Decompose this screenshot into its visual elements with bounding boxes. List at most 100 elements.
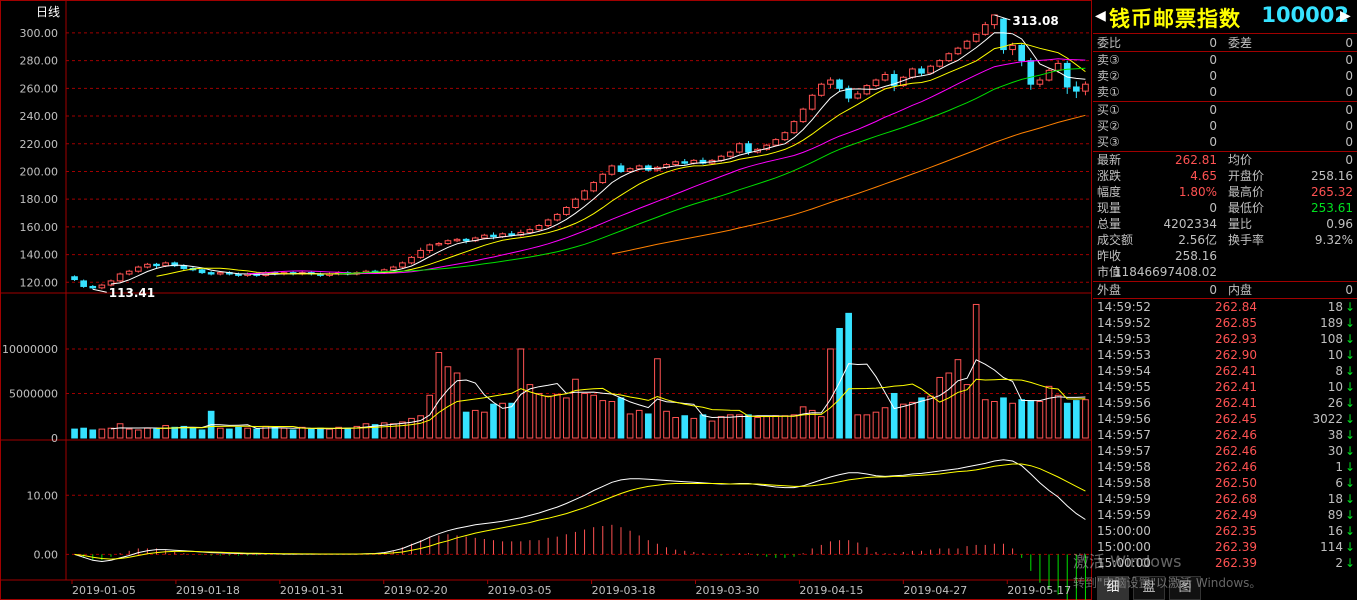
volume-bar (563, 397, 570, 439)
volume-bar (790, 414, 798, 439)
quote-row: 成交额 2.56亿 换手率 9.32% (1093, 232, 1357, 248)
inner-value: 0 (1345, 283, 1353, 297)
candle-body (553, 213, 561, 221)
tick-time: 14:59:58 (1097, 460, 1151, 474)
volume-bar (216, 427, 224, 439)
volume-bar (298, 426, 306, 439)
kline-chart-area[interactable]: 日线 300.00 280.00 260.00 240.00 220.00 200.00 18… (0, 0, 1092, 600)
quote-value: 11846697408.02 (1113, 265, 1217, 279)
date-tick-label: 2019-01-05 (72, 584, 136, 597)
sell-level-row[interactable]: 卖① 0 0 (1093, 84, 1357, 100)
buy-level-row[interactable]: 买① 0 0 (1093, 102, 1357, 118)
volume-bar (736, 414, 743, 439)
kline-chart[interactable]: 日线 300.00 280.00 260.00 240.00 220.00 200.00 18… (0, 0, 1092, 600)
down-arrow-icon: ↓ (1344, 300, 1355, 314)
tick-price: 262.49 (1215, 508, 1257, 522)
buy-level-row[interactable]: 买③ 0 0 (1093, 134, 1357, 150)
down-arrow-icon: ↓ (1344, 444, 1355, 458)
buy-level-row[interactable]: 买② 0 0 (1093, 118, 1357, 134)
candle-body (526, 229, 534, 233)
prev-arrow-icon[interactable]: ◀ (1095, 8, 1106, 24)
candle-body (1036, 79, 1044, 85)
volume-bar (1082, 399, 1089, 439)
quote-label-2: 开盘价 (1228, 169, 1265, 183)
volume-bar (909, 401, 916, 439)
tick-volume: 30 (1327, 444, 1343, 458)
candle-body (626, 168, 634, 172)
tick-row: 14:59:53 262.90 10 ↓ (1093, 347, 1357, 363)
quote-panel: ◀ 钱币邮票指数 100002 ▶ 委比 0 委差 0 卖③ 0 0 卖② 0 0 卖① 0 0 买① 0 0… (1093, 0, 1357, 600)
candle-body (535, 225, 543, 231)
activation-watermark-hint: 转到"电脑设置"以激活 Windows。 (1073, 576, 1262, 590)
tick-price: 262.46 (1215, 460, 1257, 474)
order-diff-label: 委差 (1228, 36, 1253, 50)
volume-bar (462, 411, 470, 439)
sell-volume: 0 (1345, 85, 1353, 99)
price-tick-label: 180.00 (20, 193, 59, 206)
ma5-line (110, 32, 1086, 285)
candle-body (453, 238, 461, 242)
candle-body (927, 65, 934, 74)
volume-bar (754, 417, 761, 439)
candle-body (389, 266, 397, 271)
buy-level-label: 买② (1097, 119, 1120, 133)
buy-volume: 0 (1345, 103, 1353, 117)
tick-time: 14:59:57 (1097, 428, 1151, 442)
tick-volume: 10 (1327, 380, 1343, 394)
buy-volume: 0 (1345, 135, 1353, 149)
volume-bar (271, 426, 279, 439)
volume-bar (599, 400, 607, 439)
quote-label-2: 量比 (1228, 217, 1253, 231)
quote-label: 现量 (1097, 201, 1122, 215)
volume-bar (1027, 400, 1035, 439)
sell-level-label: 卖① (1097, 85, 1120, 99)
index-code: 100002 (1261, 3, 1349, 27)
tick-row: 15:00:00 262.35 16 ↓ (1093, 523, 1357, 539)
tick-price: 262.90 (1215, 348, 1257, 362)
tick-time: 14:59:58 (1097, 476, 1151, 490)
volume-bar (781, 415, 789, 439)
volume-bar (1018, 399, 1026, 439)
tick-volume: 3022 (1312, 412, 1343, 426)
candle-body (490, 234, 497, 238)
quote-label: 最新 (1097, 153, 1122, 167)
volume-bar (226, 428, 233, 439)
volume-bar (317, 427, 324, 439)
next-arrow-icon[interactable]: ▶ (1340, 8, 1351, 24)
candle-body (71, 276, 78, 281)
price-tick-label: 160.00 (20, 221, 59, 234)
date-tick-label: 2019-05-17 (1007, 584, 1071, 597)
quote-row: 市值 11846697408.02 (1093, 264, 1357, 280)
volume-bar (927, 395, 934, 439)
tick-time: 14:59:55 (1097, 380, 1151, 394)
order-ratio-label: 委比 (1097, 36, 1122, 50)
buy-price: 0 (1209, 103, 1217, 117)
volume-bar (626, 413, 634, 439)
quote-row: 最新 262.81 均价 0 (1093, 152, 1357, 168)
volume-bar (116, 423, 124, 439)
quote-value-2: 258.16 (1311, 169, 1353, 183)
down-arrow-icon: ↓ (1344, 412, 1355, 426)
tick-time: 14:59:52 (1097, 316, 1151, 330)
candle-body (963, 40, 971, 49)
volume-bar (198, 429, 206, 439)
volume-bar (690, 417, 698, 439)
volume-bar (344, 427, 352, 439)
volume-bar (954, 359, 962, 439)
tick-row: 14:59:56 262.45 3022 ↓ (1093, 411, 1357, 427)
period-label: 日线 (36, 5, 60, 19)
sell-level-row[interactable]: 卖③ 0 0 (1093, 52, 1357, 68)
tick-row: 14:59:54 262.41 8 ↓ (1093, 363, 1357, 379)
sell-level-row[interactable]: 卖② 0 0 (1093, 68, 1357, 84)
down-arrow-icon: ↓ (1344, 556, 1355, 570)
candle-body (116, 273, 124, 282)
tick-time: 14:59:56 (1097, 396, 1151, 410)
tick-time: 14:59:52 (1097, 300, 1151, 314)
candle-body (98, 284, 106, 289)
price-tick-label: 260.00 (20, 82, 59, 95)
candle-body (599, 173, 607, 184)
macd-dif-line (74, 459, 1086, 563)
down-arrow-icon: ↓ (1344, 332, 1355, 346)
candle-body (544, 219, 552, 227)
high-price-label: 313.08 (1012, 14, 1058, 28)
